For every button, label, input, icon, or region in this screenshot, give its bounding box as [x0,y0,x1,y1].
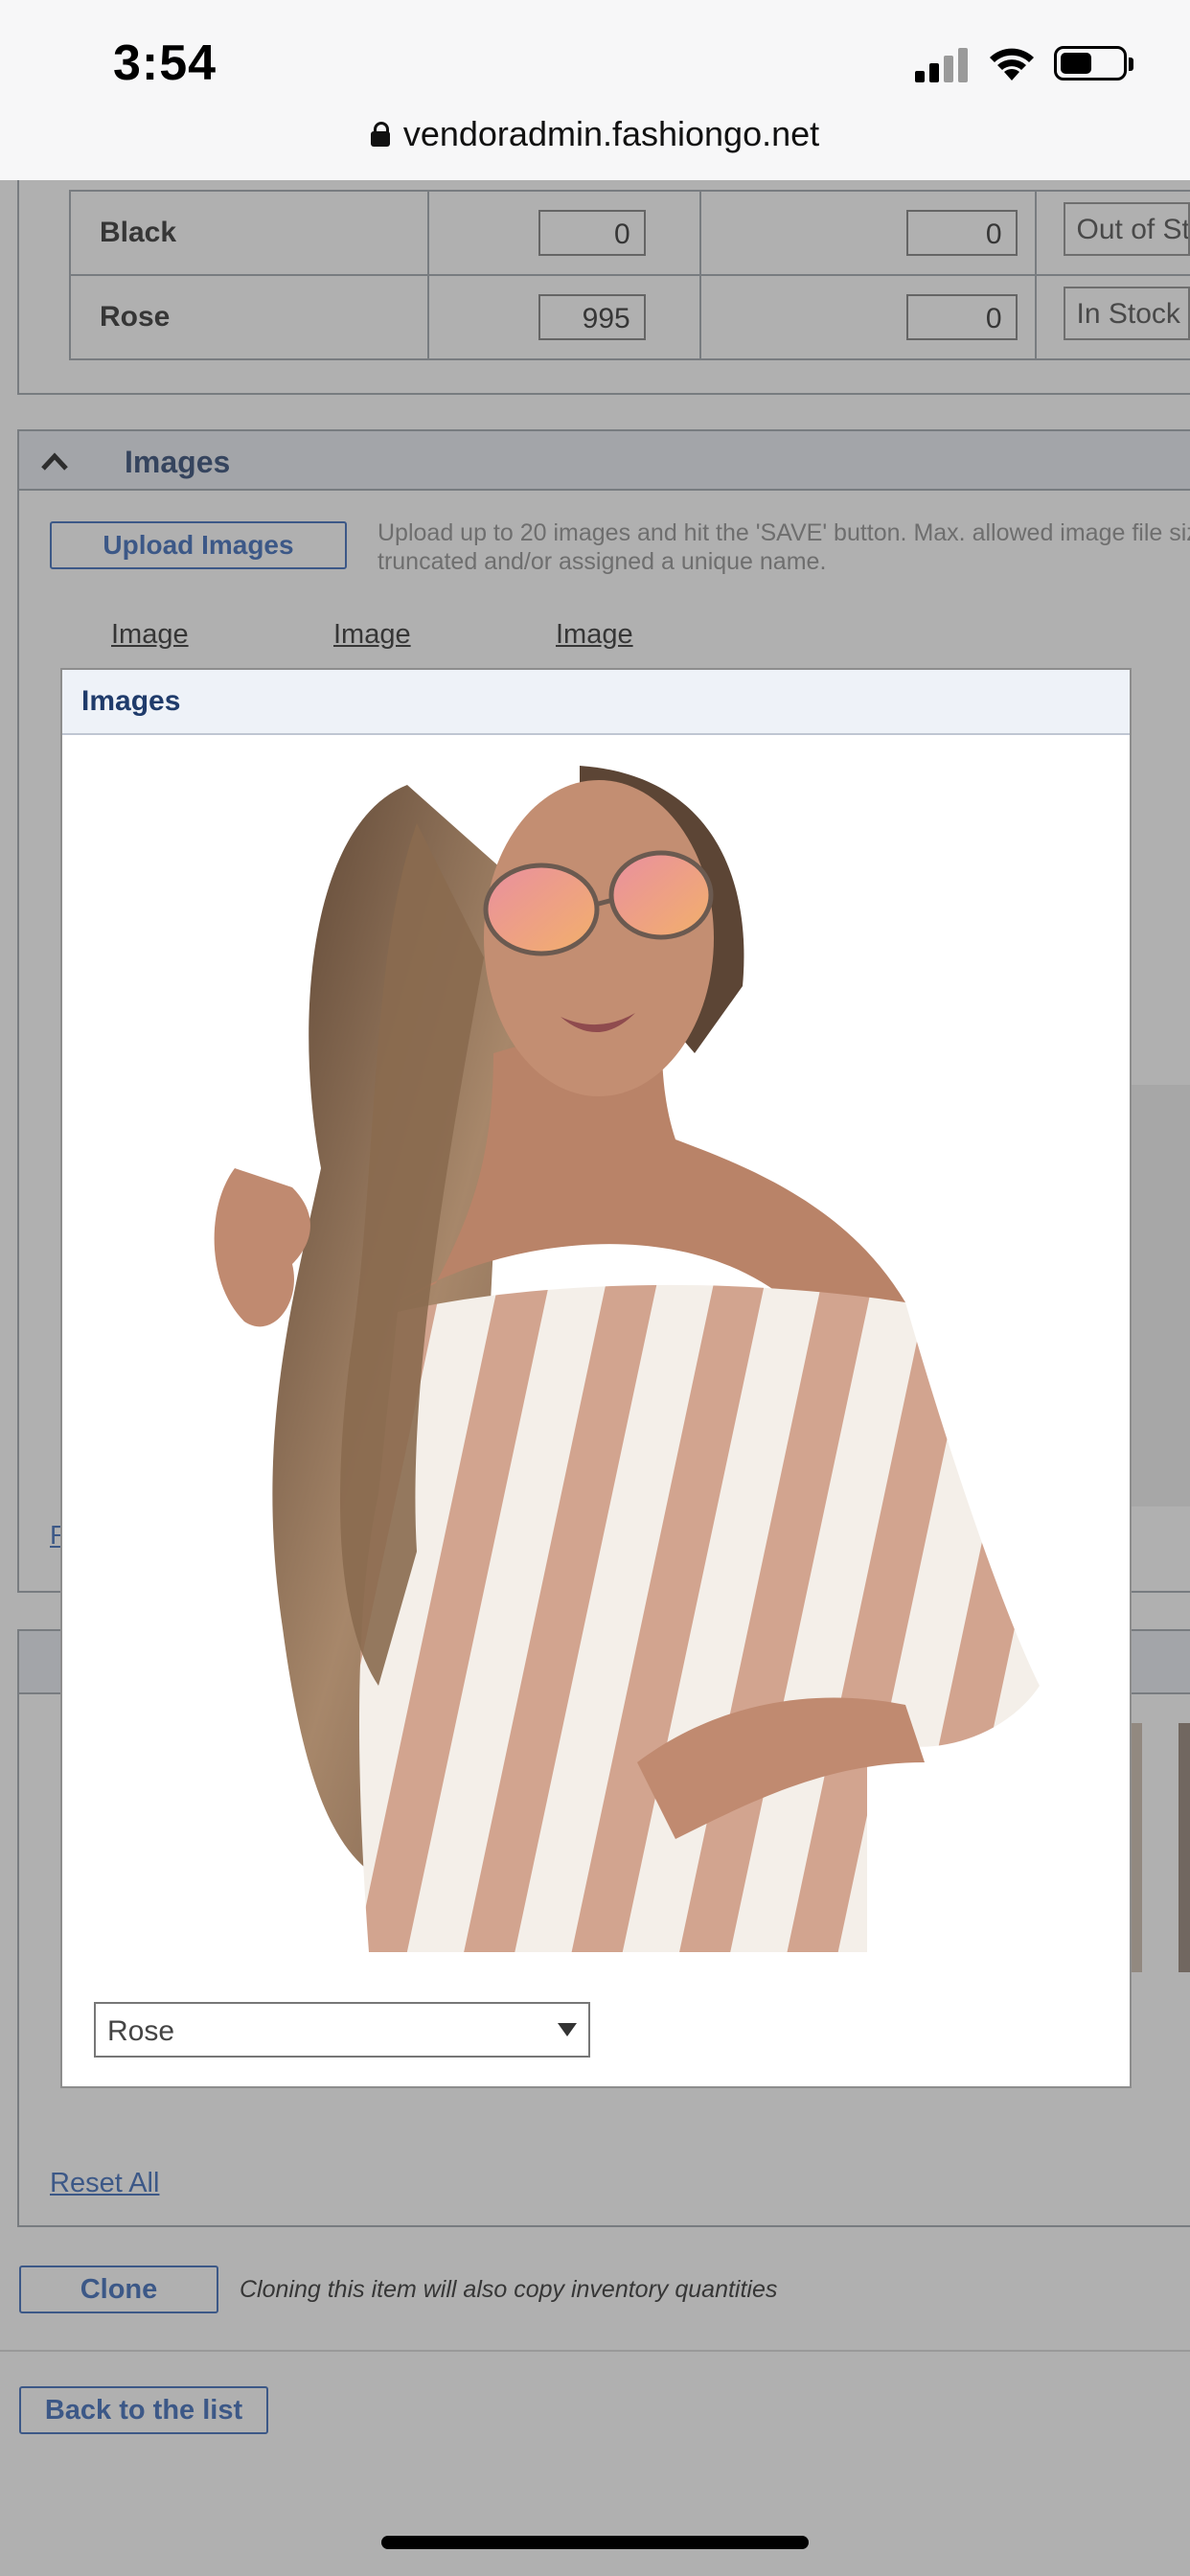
browser-status-bar: 3:54 vendoradmin.fashiongo.net [0,0,1190,180]
color-select-value: Rose [107,2015,175,2047]
wifi-icon [990,48,1034,80]
battery-icon [1054,46,1127,80]
product-photo [177,766,1040,1952]
home-indicator[interactable] [381,2536,809,2549]
address-bar[interactable]: vendoradmin.fashiongo.net [0,105,1190,163]
dropdown-arrow-icon [558,2023,577,2036]
modal-title: Images [81,685,181,717]
modal-header[interactable]: Images [62,670,1130,735]
clock-time: 3:54 [113,35,217,91]
lock-icon [370,122,390,147]
url-text: vendoradmin.fashiongo.net [402,114,820,153]
color-select[interactable]: Rose [94,2002,590,2058]
cellular-signal-icon [915,48,973,82]
images-modal: Images Rose [60,668,1132,2088]
battery-cap [1129,58,1133,71]
